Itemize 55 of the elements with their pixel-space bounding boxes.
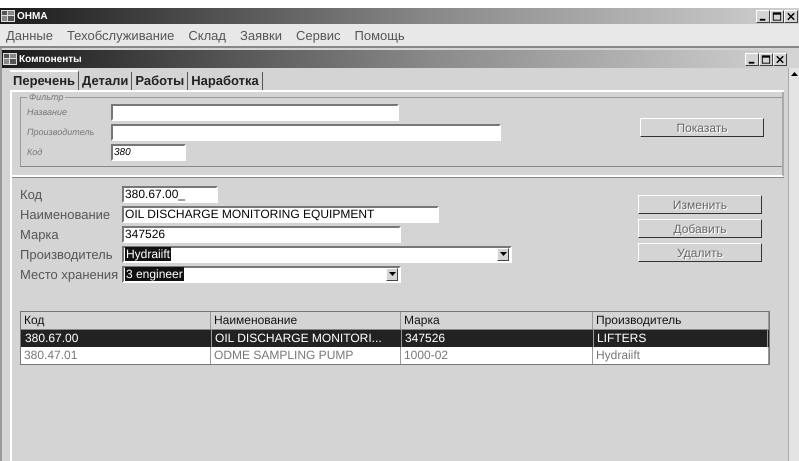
menu-item[interactable]: Склад [188, 28, 226, 42]
dropdown-arrow-icon[interactable] [388, 272, 396, 276]
menu-item[interactable]: Данные [6, 28, 53, 42]
input-field[interactable]: 380.67.00_ [122, 186, 218, 202]
input-field[interactable]: OIL DISCHARGE MONITORING EQUIPMENT [122, 206, 439, 222]
add-button[interactable]: Добавить [638, 219, 762, 238]
app-icon [1, 10, 15, 22]
field-label: Производитель [27, 127, 96, 137]
field-label: Код [27, 147, 44, 157]
field-label: Название [27, 107, 68, 117]
app-icon [3, 53, 17, 65]
field-label: Место хранения [20, 266, 120, 282]
scrollbar[interactable] [788, 68, 799, 461]
input-field[interactable] [111, 104, 399, 120]
edit-button[interactable]: Изменить [638, 195, 762, 214]
table-cell: 380.47.01 [21, 347, 211, 364]
field-label: Код [20, 186, 44, 202]
table-cell: 380.67.00 [22, 330, 212, 347]
maximize-icon[interactable] [760, 52, 772, 66]
delete-button[interactable]: Удалить [638, 243, 762, 262]
input-field[interactable]: 347526 [122, 226, 401, 242]
column-header[interactable]: Производитель [593, 312, 769, 329]
table-cell: 347526 [402, 330, 594, 347]
menu-item[interactable]: Заявки [240, 28, 282, 42]
field-label: Производитель [20, 246, 114, 262]
table-cell: OIL DISCHARGE MONITORI... [212, 330, 402, 347]
tab[interactable]: Наработка [188, 72, 263, 90]
scroll-up-icon[interactable] [790, 72, 798, 76]
column-header[interactable]: Наименование [211, 312, 401, 329]
menu-item[interactable]: Помощь [354, 28, 405, 42]
group-title: Фильтр [28, 92, 64, 102]
maximize-icon[interactable] [771, 10, 783, 22]
input-field[interactable] [111, 124, 501, 140]
column-header[interactable]: Код [21, 312, 211, 329]
window-title: Компоненты [19, 54, 83, 64]
column-header[interactable]: Марка [401, 312, 593, 329]
input-field[interactable]: 380 [111, 144, 186, 160]
field-label: Наименование [20, 206, 112, 222]
field-label: Марка [20, 226, 60, 242]
tab[interactable]: Детали [79, 72, 132, 90]
menu-item[interactable]: Сервис [296, 28, 340, 42]
window-title: OHMA [17, 10, 49, 22]
table-cell: ODME SAMPLING PUMP [211, 347, 401, 364]
dropdown-field[interactable]: Hydraiift [122, 246, 512, 262]
show-button[interactable]: Показать [640, 118, 764, 137]
menu-item[interactable]: Техобслуживание [66, 28, 174, 42]
table-cell: Hydraiift [593, 347, 769, 364]
dropdown-field[interactable]: 3 engineer [122, 266, 401, 282]
dropdown-arrow-icon[interactable] [500, 252, 506, 256]
table-cell: 1000-02 [401, 347, 593, 364]
table-row[interactable]: 380.67.00 OIL DISCHARGE MONITORI... 347526 LIFTERS [21, 330, 769, 347]
tab[interactable]: Работы [132, 72, 188, 90]
table-row[interactable]: 380.47.01 ODME SAMPLING PUMP 1000-02 Hydraiift [21, 347, 769, 364]
tab[interactable]: Перечень [10, 70, 80, 90]
table-cell: LIFTERS [594, 330, 768, 347]
